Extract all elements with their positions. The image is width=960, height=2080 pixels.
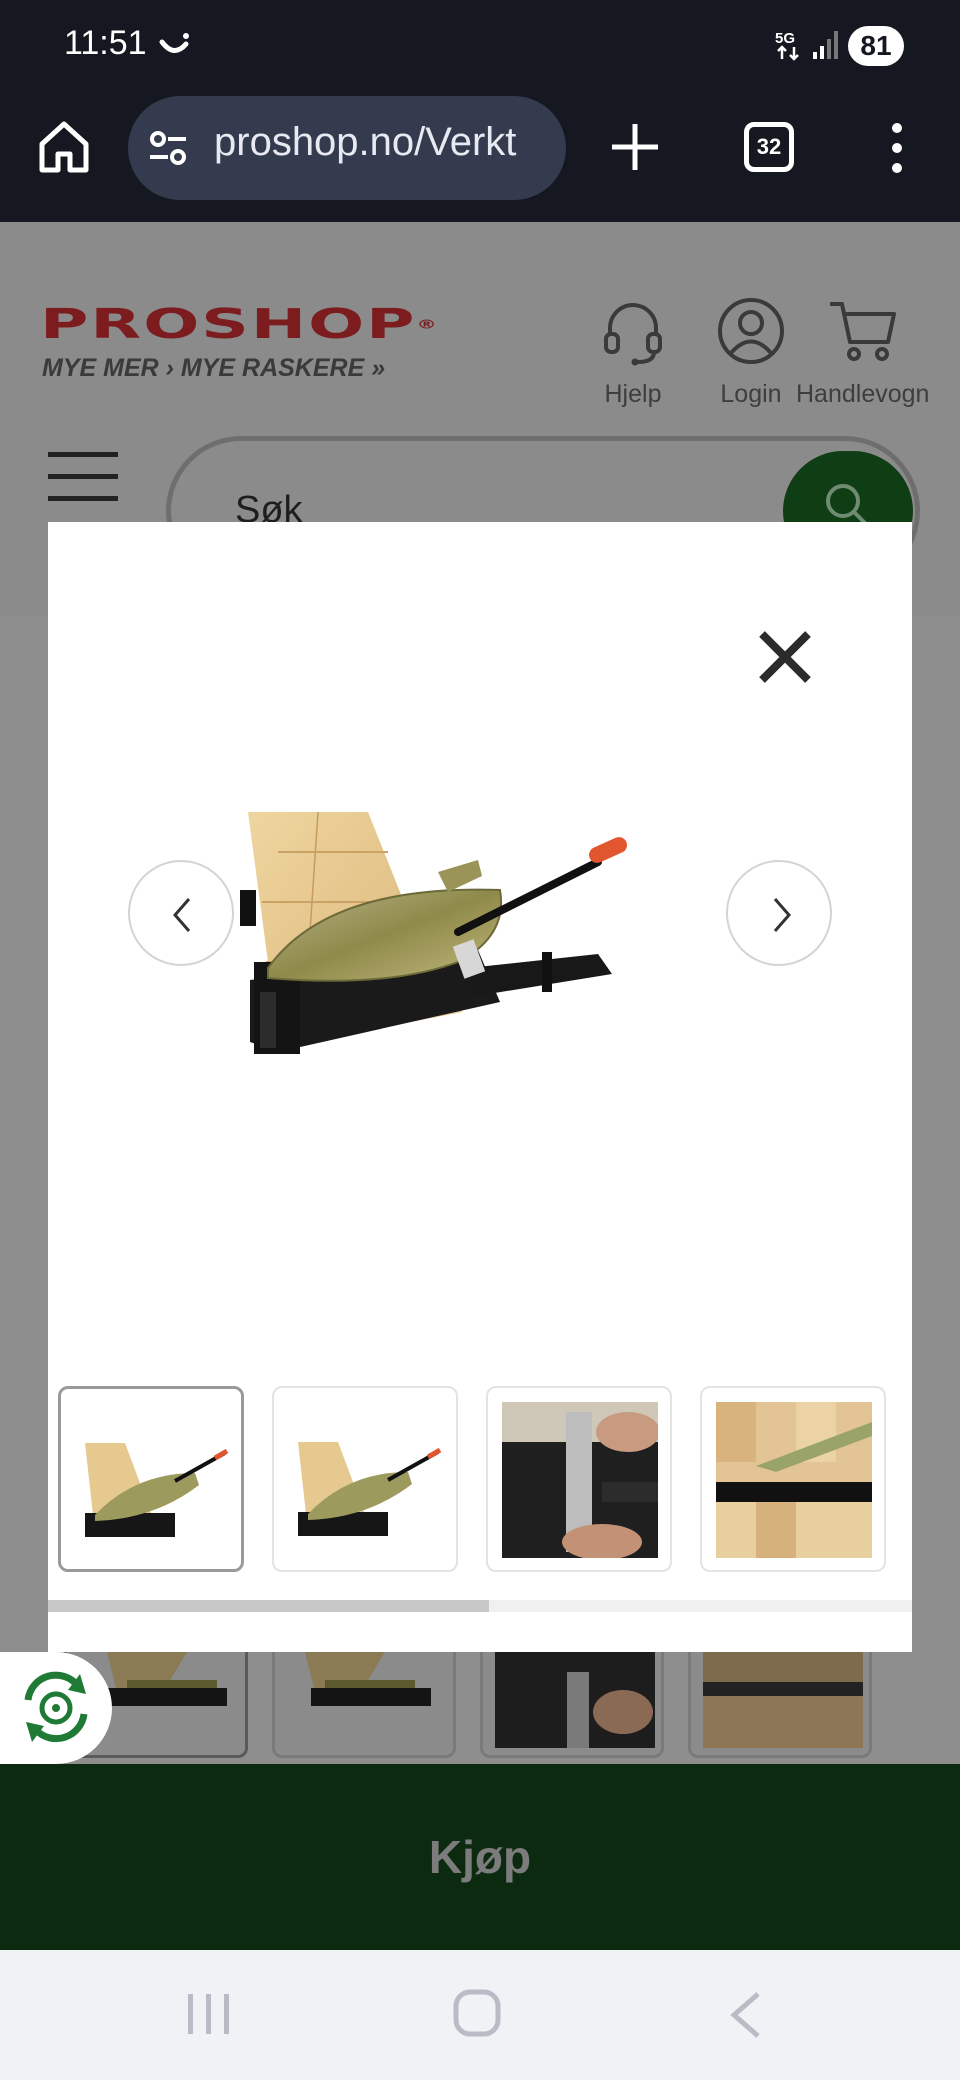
help-link[interactable]: Hjelp — [598, 296, 668, 409]
status-smile-icon — [159, 33, 189, 53]
status-time: 11:51 — [64, 24, 147, 62]
browser-toolbar: proshop.no/Verkt 32 — [0, 96, 960, 222]
battery-indicator: 81 — [848, 26, 904, 66]
thumbnail-4[interactable] — [700, 1386, 886, 1572]
closeup-thumbnail-image — [716, 1402, 872, 1558]
product-thumbnail-image — [305, 1652, 431, 1706]
closeup-thumbnail-image — [703, 1652, 863, 1748]
thumbnail-2[interactable] — [272, 1386, 458, 1572]
page-thumbnail[interactable] — [480, 1652, 664, 1758]
url-text[interactable]: proshop.no/Verkt — [214, 120, 516, 165]
hamburger-icon[interactable] — [48, 452, 118, 502]
thumbnail-scrollbar[interactable] — [48, 1600, 912, 1612]
user-icon — [718, 298, 784, 364]
recents-icon[interactable] — [186, 1990, 232, 2038]
previous-image-button[interactable] — [128, 860, 234, 966]
more-menu-icon[interactable] — [878, 120, 916, 176]
logo-registered-mark: ® — [416, 316, 439, 332]
close-icon[interactable] — [756, 628, 814, 686]
page-thumbnail[interactable] — [272, 1652, 456, 1758]
thumbnail-1[interactable] — [58, 1386, 244, 1572]
thumbnail-carousel[interactable] — [58, 1386, 918, 1576]
buy-button[interactable]: Kjøp — [0, 1764, 960, 1950]
chevron-left-icon — [173, 898, 191, 932]
back-icon[interactable] — [728, 1990, 764, 2040]
cart-icon — [829, 302, 896, 361]
product-thumbnail-image — [298, 1442, 442, 1536]
system-home-icon[interactable] — [452, 1988, 502, 2038]
image-gallery-modal — [48, 522, 912, 1652]
next-image-button[interactable] — [726, 860, 832, 966]
page-thumbnail[interactable] — [688, 1652, 872, 1758]
recycle-icon — [24, 1671, 88, 1743]
page-thumbnail-strip — [0, 1652, 960, 1764]
product-image-laminate-cutter — [240, 812, 627, 1054]
hands-thumbnail-image — [502, 1402, 658, 1558]
logo-text: PROSHOP — [40, 300, 417, 348]
proshop-logo[interactable]: PROSHOP® MYE MER › MYE RASKERE » — [40, 302, 580, 392]
eco-badge[interactable] — [0, 1652, 112, 1764]
scrollbar-thumb[interactable] — [48, 1600, 489, 1612]
buy-button-label: Kjøp — [428, 1831, 532, 1883]
signal-icon — [813, 31, 838, 59]
new-tab-icon[interactable] — [608, 120, 662, 174]
network-label: 5G — [775, 30, 795, 47]
logo-tagline: MYE MER › MYE RASKERE » — [42, 354, 386, 382]
login-label: Login — [720, 380, 782, 408]
login-link[interactable]: Login — [716, 296, 786, 409]
address-bar[interactable]: proshop.no/Verkt — [128, 96, 566, 200]
product-thumbnail-image — [85, 1443, 229, 1537]
cart-label: Handlevogn — [796, 380, 930, 408]
headset-icon — [604, 303, 662, 366]
hands-thumbnail-image — [495, 1652, 655, 1748]
home-icon[interactable] — [34, 116, 94, 176]
cart-link[interactable]: Handlevogn — [796, 296, 929, 409]
help-label: Hjelp — [604, 380, 662, 408]
thumbnail-3[interactable] — [486, 1386, 672, 1572]
chevron-right-icon — [773, 898, 791, 932]
system-nav-bar — [0, 1950, 960, 2080]
site-settings-icon[interactable] — [148, 128, 188, 168]
logo-wordmark: PROSHOP® — [40, 302, 439, 347]
network-5g-icon: 5G — [775, 30, 799, 61]
tab-switcher-button[interactable]: 32 — [744, 122, 794, 172]
status-bar: 11:51 5G 81 — [0, 0, 960, 96]
